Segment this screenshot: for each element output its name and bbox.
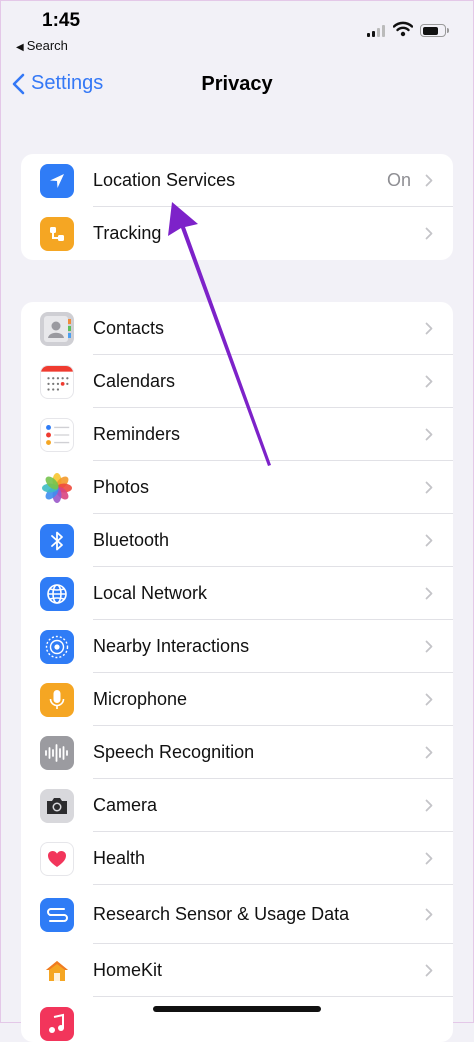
row-research-sensor[interactable]: Research Sensor & Usage Data (21, 885, 453, 944)
chevron-right-icon (425, 693, 433, 706)
chevron-right-icon (425, 799, 433, 812)
chevron-right-icon (425, 174, 433, 187)
navigation-bar: Settings Privacy (0, 62, 474, 108)
row-label: Health (93, 848, 146, 868)
row-tracking[interactable]: Tracking (21, 207, 453, 260)
chevron-right-icon (425, 375, 433, 388)
microphone-icon (40, 683, 74, 717)
status-bar: 1:45 ◀ Search (0, 0, 474, 58)
chevron-right-icon (425, 640, 433, 653)
chevron-right-icon (425, 481, 433, 494)
row-label: Photos (93, 477, 150, 497)
research-icon (40, 898, 74, 932)
camera-icon (40, 789, 74, 823)
location-tracking-group: Location Services On Tracking (21, 154, 453, 260)
row-label: HomeKit (93, 960, 163, 980)
nearby-icon (40, 630, 74, 664)
row-value: On (386, 170, 411, 190)
chevron-right-icon (425, 227, 433, 240)
row-label: Location Services (93, 170, 236, 190)
row-microphone[interactable]: Microphone (21, 673, 453, 726)
home-indicator (153, 1006, 321, 1012)
row-partially-visible[interactable] (21, 997, 453, 1042)
row-health[interactable]: Health (21, 832, 453, 885)
row-label: Reminders (93, 424, 181, 444)
signal-icon (367, 25, 387, 37)
battery-icon (420, 24, 449, 37)
chevron-right-icon (425, 746, 433, 759)
back-app-label: Search (26, 38, 68, 53)
row-label: Calendars (93, 371, 176, 391)
page-title: Privacy (201, 73, 273, 95)
row-location-services[interactable]: Location Services On (21, 154, 453, 207)
tracking-icon (40, 217, 74, 251)
status-time: 1:45 (42, 10, 81, 31)
row-homekit[interactable]: HomeKit (21, 944, 453, 997)
reminders-icon (40, 418, 74, 452)
music-icon (40, 1007, 74, 1041)
row-label: Speech Recognition (93, 742, 255, 762)
row-label: Research Sensor & Usage Data (93, 904, 350, 924)
row-label: Nearby Interactions (93, 636, 250, 656)
back-to-app[interactable]: ◀ Search (16, 38, 68, 53)
chevron-right-icon (425, 852, 433, 865)
chevron-right-icon (425, 534, 433, 547)
calendar-icon (40, 365, 74, 399)
row-contacts[interactable]: Contacts (21, 302, 453, 355)
row-calendars[interactable]: Calendars (21, 355, 453, 408)
location-arrow-icon (40, 164, 74, 198)
row-label: Contacts (93, 318, 165, 338)
row-speech-recognition[interactable]: Speech Recognition (21, 726, 453, 779)
row-label: Local Network (93, 583, 208, 603)
row-reminders[interactable]: Reminders (21, 408, 453, 461)
waveform-icon (40, 736, 74, 770)
row-label: Camera (93, 795, 158, 815)
row-label: Bluetooth (93, 530, 170, 550)
back-triangle-icon: ◀ (16, 42, 24, 53)
chevron-right-icon (425, 322, 433, 335)
row-camera[interactable]: Camera (21, 779, 453, 832)
wifi-icon (393, 21, 413, 37)
bluetooth-icon (40, 524, 74, 558)
row-label: Tracking (93, 223, 162, 243)
chevron-right-icon (425, 428, 433, 441)
chevron-right-icon (425, 587, 433, 600)
privacy-permissions-group: Contacts Calendars Reminders Photos Blue… (21, 302, 453, 1042)
row-label: Microphone (93, 689, 188, 709)
chevron-right-icon (425, 908, 433, 921)
chevron-right-icon (425, 964, 433, 977)
row-photos[interactable]: Photos (21, 461, 453, 514)
globe-icon (40, 577, 74, 611)
home-icon (40, 954, 74, 988)
photos-icon (40, 471, 74, 505)
row-nearby-interactions[interactable]: Nearby Interactions (21, 620, 453, 673)
contacts-icon (40, 312, 74, 346)
row-bluetooth[interactable]: Bluetooth (21, 514, 453, 567)
heart-icon (40, 842, 74, 876)
row-local-network[interactable]: Local Network (21, 567, 453, 620)
